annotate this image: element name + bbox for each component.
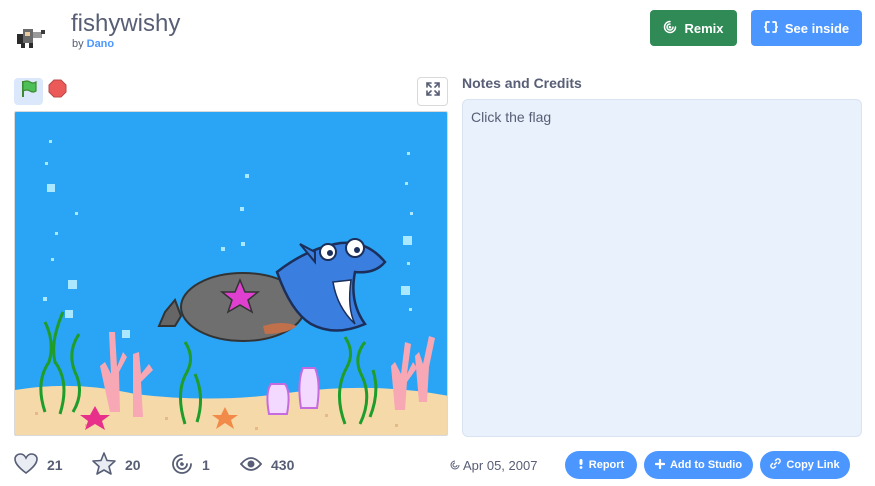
copy-link-label: Copy Link — [786, 459, 840, 471]
stop-icon — [48, 79, 67, 103]
author-link[interactable]: Dano — [87, 38, 115, 50]
views-stat: 430 — [239, 452, 295, 478]
notes-heading: Notes and Credits — [462, 75, 582, 91]
project-byline: by Dano — [72, 38, 114, 50]
add-to-studio-button[interactable]: Add to Studio — [644, 451, 753, 479]
remix-count: 1 — [202, 457, 210, 473]
date-text: Apr 05, 2007 — [463, 458, 538, 473]
eye-icon — [239, 456, 263, 475]
report-label: Report — [588, 459, 625, 471]
shell — [266, 383, 290, 415]
remix-stat[interactable]: 1 — [171, 452, 210, 478]
remix-spiral-icon — [450, 458, 460, 473]
favorite-stat[interactable]: 20 — [92, 452, 141, 478]
love-count: 21 — [47, 457, 63, 473]
see-inside-icon — [763, 20, 778, 37]
link-icon — [770, 458, 782, 472]
author-avatar[interactable] — [14, 22, 48, 52]
stop-button[interactable] — [47, 79, 67, 103]
star-icon — [92, 452, 116, 478]
shared-date: Apr 05, 2007 — [450, 458, 537, 473]
love-stat[interactable]: 21 — [14, 452, 63, 478]
notes-text: Click the flag — [471, 109, 552, 125]
remix-spiral-icon — [171, 453, 193, 478]
remix-label: Remix — [684, 20, 724, 36]
fullscreen-button[interactable] — [417, 77, 448, 106]
plus-icon — [654, 458, 666, 472]
fullscreen-icon — [425, 82, 440, 101]
project-stats: 21 20 1 430 — [14, 452, 434, 478]
green-flag-icon — [19, 79, 39, 104]
notes-credits-box: Click the flag — [462, 99, 862, 437]
copy-link-button[interactable]: Copy Link — [760, 451, 850, 479]
report-button[interactable]: Report — [565, 451, 637, 479]
exclamation-icon — [578, 458, 584, 472]
heart-icon — [14, 452, 38, 478]
project-stage[interactable] — [14, 111, 448, 436]
add-to-studio-label: Add to Studio — [669, 459, 743, 471]
green-flag-button[interactable] — [14, 78, 43, 105]
byline-prefix: by — [72, 38, 84, 50]
favorite-count: 20 — [125, 457, 141, 473]
see-inside-button[interactable]: See inside — [751, 10, 862, 46]
views-count: 430 — [271, 457, 295, 473]
remix-button[interactable]: Remix — [650, 10, 737, 46]
stage-scene — [15, 112, 447, 435]
see-inside-label: See inside — [784, 20, 850, 36]
project-header: fishywishy by Dano Remix See inside — [0, 0, 875, 70]
player-controls — [14, 77, 448, 107]
project-title: fishywishy — [71, 10, 181, 37]
remix-spiral-icon — [663, 20, 677, 37]
shell — [298, 367, 320, 409]
